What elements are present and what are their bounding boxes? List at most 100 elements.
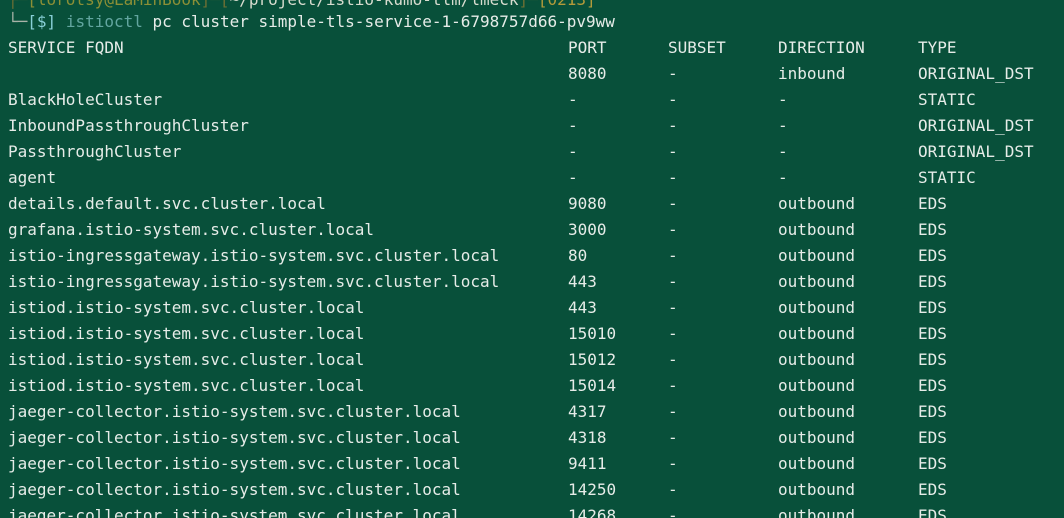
cell-direction: outbound [778,506,856,518]
cell-subset: - [668,402,678,421]
table-row: jaeger-collector.istio-system.svc.cluste… [0,451,1064,477]
column-header-subset: SUBSET [668,38,726,57]
cell-port: 15010 [568,324,617,343]
table-row: jaeger-collector.istio-system.svc.cluste… [0,477,1064,503]
table-row: istio-ingressgateway.istio-system.svc.cl… [0,243,1064,269]
cell-type: ORIGINAL_DST [918,64,1034,83]
cell-service-fqdn: istio-ingressgateway.istio-system.svc.cl… [8,246,500,265]
cell-port: 4317 [568,402,607,421]
cell-service-fqdn: InboundPassthroughCluster [8,116,249,135]
cell-service-fqdn: jaeger-collector.istio-system.svc.cluste… [8,506,461,518]
cell-service-fqdn: istiod.istio-system.svc.cluster.local [8,324,365,343]
prompt-user: [lorotsy@LaMinBook [27,0,200,9]
cell-service-fqdn: agent [8,168,57,187]
table-row: jaeger-collector.istio-system.svc.cluste… [0,399,1064,425]
cell-direction: outbound [778,246,856,265]
table-row: InboundPassthroughCluster - - - ORIGINAL_DST [0,113,1064,139]
cell-direction: - [778,116,788,135]
cell-subset: - [668,454,678,473]
cell-subset: - [668,428,678,447]
cell-subset: - [668,376,678,395]
cell-port: 4318 [568,428,607,447]
cell-port: 9080 [568,194,607,213]
cell-type: EDS [918,298,947,317]
cell-type: STATIC [918,90,976,109]
cell-direction: outbound [778,298,856,317]
cell-service-fqdn: BlackHoleCluster [8,90,163,109]
cell-subset: - [668,142,678,161]
column-header-type: TYPE [918,38,957,57]
command-name: istioctl [65,12,143,31]
cell-subset: - [668,298,678,317]
cell-service-fqdn: PassthroughCluster [8,142,182,161]
table-row: PassthroughCluster - - - ORIGINAL_DST [0,139,1064,165]
cell-service-fqdn: istiod.istio-system.svc.cluster.local [8,298,365,317]
cell-service-fqdn: istiod.istio-system.svc.cluster.local [8,350,365,369]
table-row: grafana.istio-system.svc.cluster.local 30… [0,217,1064,243]
cell-service-fqdn: jaeger-collector.istio-system.svc.cluste… [8,480,461,499]
prompt-exit-code: [0213] [538,0,596,9]
cell-port: 80 [568,246,588,265]
table-row: 8080 - inbound ORIGINAL_DST [0,61,1064,87]
table-row: istio-ingressgateway.istio-system.svc.cl… [0,269,1064,295]
table-row: istiod.istio-system.svc.cluster.local 150… [0,347,1064,373]
cell-port: 14268 [568,506,617,518]
cell-service-fqdn: details.default.svc.cluster.local [8,194,326,213]
cell-direction: outbound [778,194,856,213]
cell-port: 14250 [568,480,617,499]
column-header-port: PORT [568,38,607,57]
cell-subset: - [668,350,678,369]
cell-type: EDS [918,246,947,265]
cell-type: EDS [918,454,947,473]
command-line[interactable]: └─[$] istioctl pc cluster simple-tls-ser… [8,9,615,35]
cell-type: EDS [918,428,947,447]
cell-type: ORIGINAL_DST [918,116,1034,135]
cell-direction: outbound [778,376,856,395]
cell-port: 3000 [568,220,607,239]
table-row: istiod.istio-system.svc.cluster.local 443… [0,295,1064,321]
cell-subset: - [668,64,678,83]
column-header-direction: DIRECTION [778,38,865,57]
cell-port: - [568,116,578,135]
cell-subset: - [668,272,678,291]
cell-port: 8080 [568,64,607,83]
cell-subset: - [668,246,678,265]
cell-type: EDS [918,506,947,518]
terminal-window[interactable]: ┌─[lorotsy@LaMinBook]─[~/project/istio-k… [0,0,1064,518]
cell-port: 443 [568,272,597,291]
cell-direction: outbound [778,454,856,473]
cell-subset: - [668,90,678,109]
table-row: jaeger-collector.istio-system.svc.cluste… [0,503,1064,518]
prompt-corner: └─ [8,12,28,31]
cell-port: 15012 [568,350,617,369]
cell-type: EDS [918,194,947,213]
cell-type: EDS [918,272,947,291]
cell-service-fqdn: istio-ingressgateway.istio-system.svc.cl… [8,272,500,291]
cell-port: 9411 [568,454,607,473]
table-row: agent - - - STATIC [0,165,1064,191]
cell-port: 15014 [568,376,617,395]
cell-direction: outbound [778,480,856,499]
column-header-service-fqdn: SERVICE FQDN [8,38,124,57]
cell-port: 443 [568,298,597,317]
cell-direction: outbound [778,350,856,369]
cell-port: - [568,90,578,109]
cell-direction: outbound [778,272,856,291]
cell-service-fqdn: istiod.istio-system.svc.cluster.local [8,376,365,395]
cell-type: EDS [918,480,947,499]
cell-direction: inbound [778,64,846,83]
cell-direction: outbound [778,428,856,447]
table-row: istiod.istio-system.svc.cluster.local 150… [0,373,1064,399]
cell-direction: - [778,90,788,109]
cell-direction: - [778,168,788,187]
cell-type: EDS [918,402,947,421]
cell-type: EDS [918,350,947,369]
cell-direction: outbound [778,220,856,239]
cell-subset: - [668,324,678,343]
cell-subset: - [668,506,678,518]
cell-port: - [568,142,578,161]
prompt-symbol: [$] [27,12,57,31]
cell-type: EDS [918,324,947,343]
cell-service-fqdn: jaeger-collector.istio-system.svc.cluste… [8,428,461,447]
table-row: jaeger-collector.istio-system.svc.cluste… [0,425,1064,451]
